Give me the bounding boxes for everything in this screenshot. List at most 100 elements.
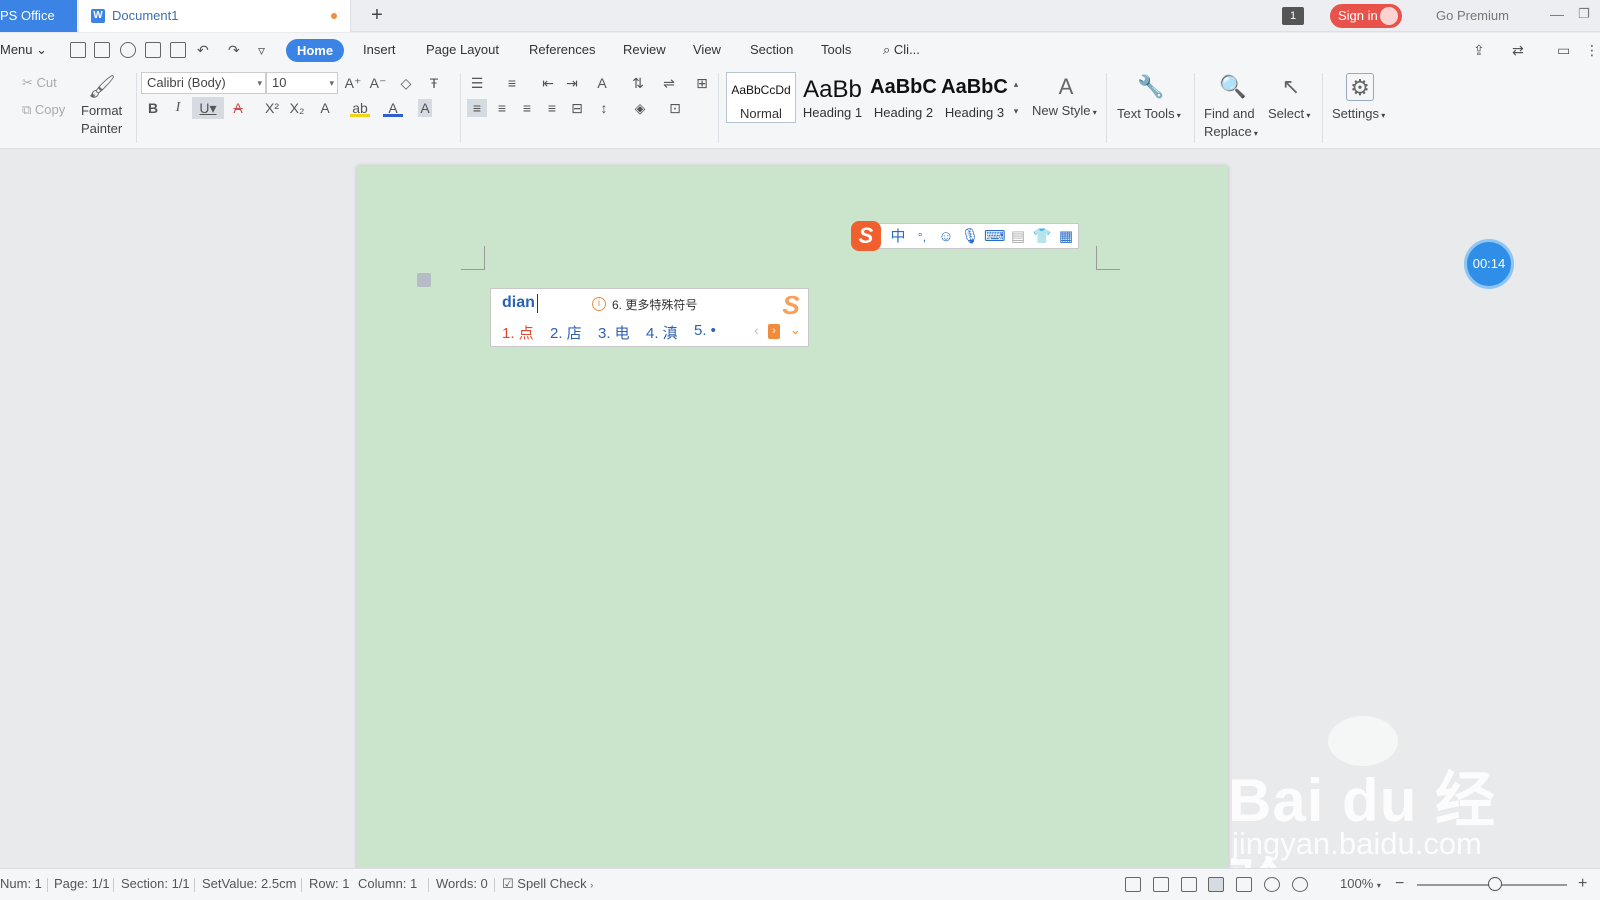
italic-icon[interactable]: I [168,99,188,117]
sign-in-button[interactable]: Sign in [1330,4,1402,28]
table-icon[interactable]: ⊞ [692,74,712,92]
status-page[interactable]: Page: 1/1 [54,869,110,899]
cut-button[interactable]: ✂ Cut [22,75,57,91]
zoom-level[interactable]: 100% ▾ [1340,869,1381,900]
next-page-icon[interactable]: › [768,324,780,339]
zoom-in-icon[interactable]: + [1578,869,1587,899]
customize-toolbar-icon[interactable]: ▿ [258,42,276,58]
chinese-layout-icon[interactable]: A [592,74,612,92]
strikethrough-icon[interactable]: A [228,99,248,117]
fullscreen-icon[interactable] [1153,877,1169,892]
print-icon[interactable] [145,42,161,58]
increase-indent-icon[interactable]: ⇥ [562,74,582,92]
distributed-icon[interactable]: ⊟ [567,99,587,117]
recording-timer[interactable]: 00:14 [1464,239,1514,289]
borders-icon[interactable]: ⊡ [665,99,685,117]
font-name-combo[interactable]: Calibri (Body) ▾ [141,72,266,94]
tab-references[interactable]: References [529,33,595,67]
copy-button[interactable]: ⧉ Copy [22,102,65,118]
increase-font-icon[interactable]: A⁺ [343,74,363,92]
print-layout-icon[interactable] [1208,877,1224,892]
keyboard-icon[interactable]: ⌨ [984,227,1006,247]
zoom-out-icon[interactable]: − [1395,869,1404,899]
align-right-icon[interactable]: ≡ [517,99,537,117]
collaborate-icon[interactable]: ⇄ [1512,42,1530,58]
zoom-slider-thumb[interactable] [1488,877,1502,891]
reading-layout-icon[interactable] [1181,877,1197,892]
document-tab[interactable]: W Document1 [79,0,351,32]
ime-punctuation-toggle[interactable]: °, [912,227,932,247]
eye-protection-icon[interactable] [1292,877,1308,892]
document-page[interactable]: S 中 °, ☺ 🎙 ⌨ ▤ 👕 ▦ dian i 6. 更多特殊符号 S 1.… [357,166,1228,878]
style-heading-3[interactable]: AaBbC Heading 3 [940,72,1009,123]
tab-home[interactable]: Home [286,39,344,62]
previous-page-icon[interactable]: ‹ [754,322,759,338]
bullets-icon[interactable]: ☰ [467,74,487,92]
tab-section[interactable]: Section [750,33,793,67]
redo-icon[interactable]: ↷ [228,42,246,58]
apps-grid-icon[interactable]: ▦ [1056,227,1076,247]
tab-view[interactable]: View [693,33,721,67]
export-icon[interactable] [120,42,136,58]
style-heading-2[interactable]: AaBbC Heading 2 [869,72,938,123]
candidate-4[interactable]: 4. 滇 [646,322,678,343]
document-canvas[interactable]: S 中 °, ☺ 🎙 ⌨ ▤ 👕 ▦ dian i 6. 更多特殊符号 S 1.… [0,150,1600,900]
text-effects-icon[interactable]: Ŧ [424,74,444,92]
go-premium-button[interactable]: Go Premium [1436,0,1509,32]
microphone-icon[interactable]: 🎙 [960,227,980,247]
spell-check-button[interactable]: ☑ Spell Check › [502,869,593,900]
candidate-3[interactable]: 3. 电 [598,322,630,343]
numbering-icon[interactable]: ≡ [502,74,522,92]
decrease-indent-icon[interactable]: ⇤ [538,74,558,92]
restore-icon[interactable]: ❐ [1578,6,1590,22]
print-preview-icon[interactable] [170,42,186,58]
minimize-icon[interactable]: — [1550,6,1564,22]
ime-hint[interactable]: 6. 更多特殊符号 [612,296,697,313]
styles-scroll-up-icon[interactable]: ▴ [1010,75,1022,93]
shading-icon[interactable]: ◈ [630,99,650,117]
font-size-combo[interactable]: 10 ▾ [266,72,338,94]
expand-candidates-icon[interactable]: ⌄ [790,322,801,338]
web-layout-icon[interactable] [1264,877,1280,892]
character-shading-icon[interactable]: A [418,99,432,117]
new-tab-button[interactable]: + [366,4,388,28]
comment-icon[interactable]: ▭ [1557,42,1575,58]
align-left-icon[interactable]: ≡ [467,99,487,117]
app-tab[interactable]: PS Office [0,0,77,32]
line-spacing-icon[interactable]: ↕ [594,99,614,117]
outline-view-icon[interactable] [1236,877,1252,892]
tab-review[interactable]: Review [623,33,666,67]
undo-icon[interactable]: ↶ [197,42,215,58]
toolbox-icon[interactable]: ▤ [1008,227,1028,247]
tab-page-layout[interactable]: Page Layout [426,33,499,67]
style-normal[interactable]: AaBbCcDd Normal [726,72,796,123]
bold-icon[interactable]: B [143,99,163,117]
window-count-badge[interactable]: 1 [1282,7,1304,25]
paragraph-marks-icon[interactable]: ⇌ [659,74,679,92]
candidate-1[interactable]: 1. 点 [502,322,534,343]
font-color-icon[interactable]: A [383,99,403,117]
style-heading-1[interactable]: AaBb Heading 1 [798,72,867,123]
status-words[interactable]: Words: 0 [436,869,488,899]
sogou-logo-icon[interactable]: S [851,221,881,251]
sort-icon[interactable]: ⇅ [628,74,648,92]
emoji-icon[interactable]: ☺ [936,227,956,247]
page-mode-icon[interactable] [1125,877,1141,892]
candidate-5[interactable]: 5. • [694,322,716,339]
align-center-icon[interactable]: ≡ [492,99,512,117]
save-icon[interactable] [94,42,110,58]
skin-shirt-icon[interactable]: 👕 [1032,227,1052,247]
more-options-icon[interactable]: ⋮ [1585,42,1600,58]
share-icon[interactable]: ⇪ [1473,42,1491,58]
justify-icon[interactable]: ≡ [542,99,562,117]
candidate-2[interactable]: 2. 店 [550,322,582,343]
highlight-icon[interactable]: ab [350,99,370,117]
underline-icon[interactable]: U▾ [192,97,224,119]
styles-expand-icon[interactable]: ▾ [1010,102,1022,120]
ime-mode-toggle[interactable]: 中 [888,227,908,247]
open-folder-icon[interactable] [70,42,86,58]
command-search[interactable]: ⌕ Cli... [883,33,920,67]
tab-tools[interactable]: Tools [821,33,851,67]
superscript-icon[interactable]: X² [262,99,282,117]
main-menu-button[interactable]: Menu ⌄ [0,33,47,67]
